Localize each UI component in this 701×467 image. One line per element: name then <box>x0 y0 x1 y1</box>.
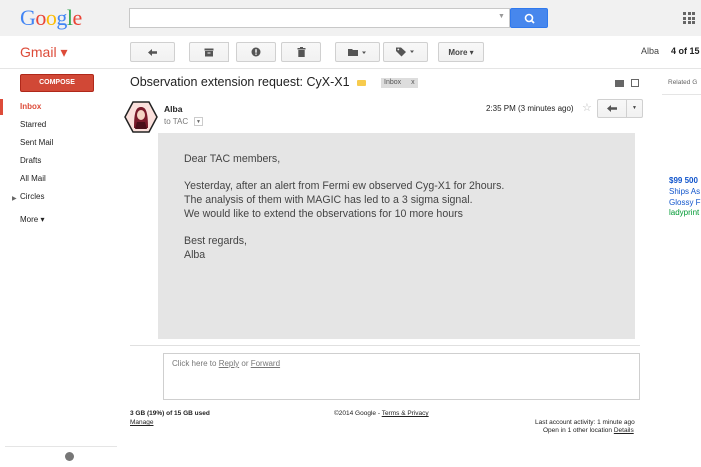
recipient-label: to TAC <box>164 117 189 126</box>
body-line: Alba <box>184 249 206 261</box>
search-button[interactable] <box>510 8 548 28</box>
sidebar-item-all-mail[interactable]: All Mail <box>20 174 46 183</box>
active-item-indicator <box>0 99 3 115</box>
sidebar-divider <box>5 446 117 447</box>
page-count: 4 of 15 <box>671 46 700 56</box>
delete-button[interactable] <box>281 42 321 62</box>
back-arrow-icon <box>147 48 157 56</box>
body-line: Dear TAC members, <box>184 153 281 165</box>
ad-title-link[interactable]: $99 500 <box>669 176 698 185</box>
google-logo[interactable]: Google <box>20 5 82 31</box>
ad-url-link[interactable]: ladyprint <box>669 208 699 217</box>
star-icon[interactable]: ☆ <box>582 101 592 114</box>
logo-letter: G <box>20 5 36 30</box>
sidebar-item-starred[interactable]: Starred <box>20 120 46 129</box>
apps-grid-dot <box>683 12 686 15</box>
apps-grid-icon[interactable] <box>683 12 695 24</box>
apps-grid-dot <box>683 21 686 24</box>
apps-grid-dot <box>692 16 695 20</box>
apps-grid-dot <box>692 21 695 24</box>
details-link[interactable]: Details <box>614 427 634 434</box>
last-activity-text: Last account activity: 1 minute ago <box>535 419 635 426</box>
body-line: Best regards, <box>184 235 248 247</box>
expand-circles-icon[interactable]: ▶ <box>12 195 17 202</box>
ad-text-line[interactable]: Ships As <box>669 187 700 196</box>
show-details-caret-icon[interactable]: ▼ <box>194 117 203 126</box>
sidebar-item-drafts[interactable]: Drafts <box>20 156 41 165</box>
logo-letter: o <box>35 5 46 30</box>
body-line: Yesterday, after an alert from Fermi ew … <box>184 180 505 192</box>
search-input[interactable] <box>129 8 510 28</box>
more-button[interactable]: More ▾ <box>438 42 484 62</box>
sender-name[interactable]: Alba <box>164 104 182 114</box>
reply-prompt-middle: or <box>239 359 251 368</box>
apps-grid-dot <box>692 12 695 15</box>
archive-button[interactable] <box>189 42 229 62</box>
hangouts-icon[interactable] <box>65 452 74 461</box>
ads-divider <box>662 94 701 95</box>
gmail-menu-label[interactable]: Gmail ▾ <box>20 44 67 61</box>
page-count-value: 4 of 15 <box>671 46 700 56</box>
account-name[interactable]: Alba <box>641 46 659 56</box>
message-timestamp: 2:35 PM (3 minutes ago) <box>486 104 574 113</box>
apps-grid-dot <box>687 16 691 20</box>
new-window-icon[interactable] <box>631 79 639 87</box>
manage-storage-link[interactable]: Manage <box>130 419 154 426</box>
move-to-button[interactable] <box>335 42 380 62</box>
sidebar-item-more[interactable]: More ▾ <box>20 215 44 224</box>
inbox-label-text: Inbox <box>384 79 402 86</box>
compose-button[interactable]: COMPOSE <box>20 74 94 92</box>
reply-options-button[interactable]: ▼ <box>626 99 643 118</box>
sidebar-item-inbox[interactable]: Inbox <box>20 102 41 111</box>
importance-marker-icon[interactable] <box>357 80 366 86</box>
report-spam-icon <box>251 47 261 57</box>
related-ads-label: Related G <box>668 79 698 86</box>
search-options-caret-icon[interactable]: ▼ <box>498 13 505 20</box>
apps-grid-dot <box>687 12 691 15</box>
message-subject: Observation extension request: CyX-X1 <box>130 75 350 89</box>
copyright-text: ©2014 Google - <box>334 410 382 417</box>
remove-label-button[interactable]: x <box>411 79 415 86</box>
open-location-label: Open in 1 other location <box>543 427 614 434</box>
logo-letter: o <box>45 5 57 30</box>
labels-button[interactable] <box>383 42 428 62</box>
reply-arrow-icon <box>607 105 617 112</box>
copyright-notice: ©2014 Google - Terms & Privacy <box>334 410 429 417</box>
body-line: We would like to extend the observations… <box>184 208 463 220</box>
sidebar-item-circles[interactable]: Circles <box>20 192 44 201</box>
print-icon[interactable] <box>615 80 624 87</box>
archive-icon <box>204 48 214 56</box>
report-spam-button[interactable] <box>236 42 276 62</box>
quick-reply-prompt: Click here to Reply or Forward <box>172 359 280 368</box>
logo-letter: g <box>56 5 67 30</box>
inbox-label-chip: Inbox x <box>381 78 418 88</box>
folder-icon <box>347 48 366 56</box>
reply-button[interactable] <box>597 99 627 118</box>
storage-usage: 3 GB (19%) of 15 GB used <box>130 410 210 417</box>
search-icon <box>524 13 535 24</box>
terms-privacy-link[interactable]: Terms & Privacy <box>382 410 429 417</box>
sender-avatar[interactable] <box>124 100 158 134</box>
apps-grid-dot <box>687 21 691 24</box>
ad-text-line[interactable]: Glossy F <box>669 198 701 207</box>
reply-link[interactable]: Reply <box>219 359 239 368</box>
apps-grid-dot <box>683 16 686 20</box>
back-button[interactable] <box>130 42 175 62</box>
open-location-text: Open in 1 other location Details <box>543 427 634 434</box>
reply-prompt-prefix: Click here to <box>172 359 219 368</box>
sidebar-item-sent-mail[interactable]: Sent Mail <box>20 138 53 147</box>
message-divider <box>130 345 640 346</box>
delete-icon <box>297 47 305 57</box>
label-icon <box>395 47 414 57</box>
logo-letter: e <box>72 5 83 30</box>
forward-link[interactable]: Forward <box>251 359 280 368</box>
body-line: The analysis of them with MAGIC has led … <box>184 194 473 206</box>
